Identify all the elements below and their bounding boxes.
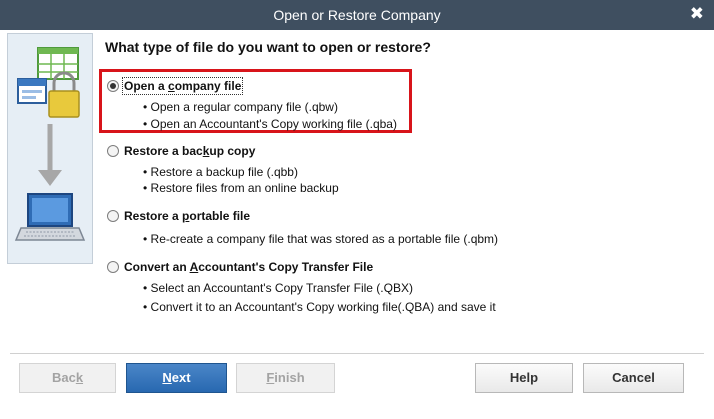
title-bar[interactable]: Open or Restore Company ✖ <box>0 0 714 30</box>
bullet-text: Restore files from an online backup <box>150 181 339 195</box>
button-label-post: ext <box>171 370 191 385</box>
arrow-down-icon <box>38 124 62 186</box>
bullet-text: Restore a backup file (.qbb) <box>150 165 298 179</box>
bullet-text: Select an Accountant's Copy Transfer Fil… <box>150 281 413 295</box>
bullet-open-regular: • Open a regular company file (.qbw) <box>143 100 338 114</box>
dialog-title: Open or Restore Company <box>273 7 441 23</box>
accelerator-key: k <box>75 370 84 385</box>
label-post: ccountant's Copy Transfer File <box>198 260 374 274</box>
bullet-restore-online: • Restore files from an online backup <box>143 181 339 195</box>
label-pre: Restore a bac <box>124 144 203 158</box>
laptop-icon <box>14 193 86 241</box>
label-pre: Restore a <box>124 209 183 223</box>
illustration-graphic <box>14 47 86 241</box>
button-label-post: inish <box>274 370 305 385</box>
bullet-text: Re-create a company file that was stored… <box>150 232 499 246</box>
bullet-select-qbx: • Select an Accountant's Copy Transfer F… <box>143 281 413 295</box>
label-pre: Open a <box>124 79 169 93</box>
accelerator-key: A <box>189 260 199 274</box>
close-icon[interactable]: ✖ <box>690 4 704 24</box>
option-open-company-label[interactable]: Open a company file <box>121 77 244 95</box>
question-heading: What type of file do you want to open or… <box>105 39 431 55</box>
option-restore-portable-label[interactable]: Restore a portable file <box>124 209 250 223</box>
bullet-convert-qba: • Convert it to an Accountant's Copy wor… <box>143 300 496 314</box>
label-post: up copy <box>209 144 256 158</box>
back-button[interactable]: Back <box>19 363 116 393</box>
button-label-pre: Bac <box>51 370 76 385</box>
accelerator-key: N <box>162 370 172 385</box>
bullet-text: Open a regular company file (.qbw) <box>150 100 338 114</box>
open-restore-dialog: Open or Restore Company ✖ What type of f… <box>0 0 714 419</box>
radio-convert-transfer[interactable] <box>107 261 119 273</box>
label-pre: Convert an <box>124 260 190 274</box>
bullet-restore-backup-file: • Restore a backup file (.qbb) <box>143 165 298 179</box>
help-button[interactable]: Help <box>475 363 573 393</box>
label-post: ompany file <box>174 79 242 93</box>
bullet-text: Convert it to an Accountant's Copy worki… <box>150 300 496 314</box>
option-restore-backup-label[interactable]: Restore a backup copy <box>124 144 255 158</box>
label-post: ortable file <box>189 209 251 223</box>
cancel-button[interactable]: Cancel <box>583 363 684 393</box>
next-button[interactable]: Next <box>126 363 227 393</box>
bullet-open-accountant: • Open an Accountant's Copy working file… <box>143 117 397 131</box>
bullet-recreate-portable: • Re-create a company file that was stor… <box>143 232 499 246</box>
radio-restore-backup[interactable] <box>107 145 119 157</box>
accelerator-key: c <box>168 79 175 93</box>
radio-restore-portable[interactable] <box>107 210 119 222</box>
option-convert-transfer-label[interactable]: Convert an Accountant's Copy Transfer Fi… <box>124 260 373 274</box>
window-icon <box>17 78 47 104</box>
footer-divider <box>10 353 704 354</box>
bullet-text: Open an Accountant's Copy working file (… <box>150 117 397 131</box>
finish-button[interactable]: Finish <box>236 363 335 393</box>
wizard-illustration <box>7 33 93 264</box>
radio-open-company[interactable] <box>107 80 119 92</box>
